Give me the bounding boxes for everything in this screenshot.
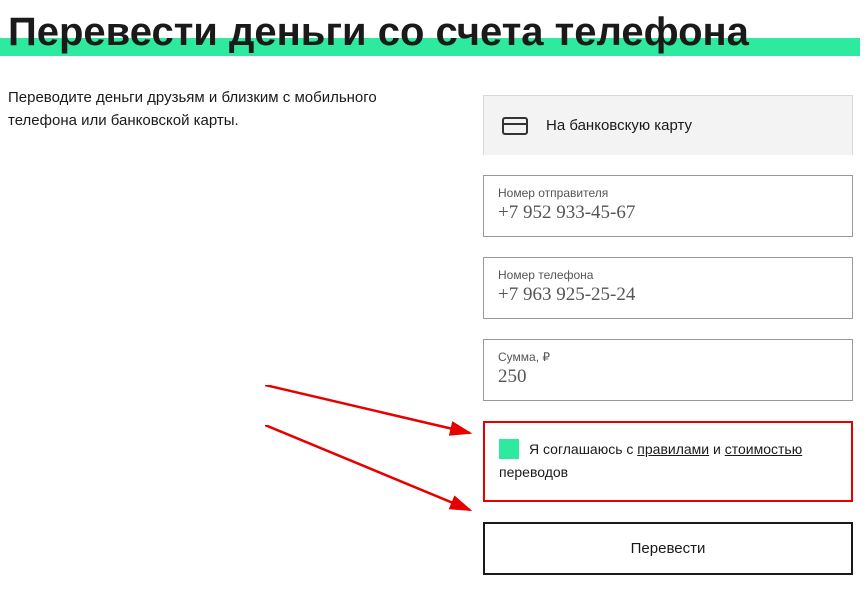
rules-link[interactable]: правилами bbox=[637, 441, 709, 457]
phone-label: Номер телефона bbox=[498, 268, 838, 282]
agreement-box: Я соглашаюсь с правилами и стоимостью пе… bbox=[483, 421, 853, 502]
phone-field[interactable]: Номер телефона +7 963 925-25-24 bbox=[483, 257, 853, 319]
page-subtitle: Переводите деньги друзьям и близким с мо… bbox=[8, 87, 388, 132]
amount-field[interactable]: Сумма, ₽ 250 bbox=[483, 339, 853, 401]
sender-value[interactable]: +7 952 933-45-67 bbox=[498, 202, 838, 224]
tab-card[interactable]: На банковскую карту bbox=[483, 95, 853, 155]
sender-field[interactable]: Номер отправителя +7 952 933-45-67 bbox=[483, 175, 853, 237]
card-icon bbox=[502, 117, 528, 135]
amount-value[interactable]: 250 bbox=[498, 366, 838, 388]
arrow-annotation-2 bbox=[265, 425, 480, 520]
transfer-form: На банковскую карту Номер отправителя +7… bbox=[483, 95, 853, 575]
agreement-checkbox[interactable] bbox=[499, 439, 519, 459]
phone-value[interactable]: +7 963 925-25-24 bbox=[498, 284, 838, 306]
page-title: Перевести деньги со счета телефона bbox=[8, 10, 749, 55]
arrow-annotation-1 bbox=[265, 385, 480, 445]
tab-label: На банковскую карту bbox=[546, 117, 692, 134]
submit-button[interactable]: Перевести bbox=[483, 522, 853, 575]
cost-link[interactable]: стоимостью bbox=[725, 441, 802, 457]
agreement-text: Я соглашаюсь с правилами и стоимостью пе… bbox=[499, 441, 802, 480]
sender-label: Номер отправителя bbox=[498, 186, 838, 200]
amount-label: Сумма, ₽ bbox=[498, 350, 838, 364]
